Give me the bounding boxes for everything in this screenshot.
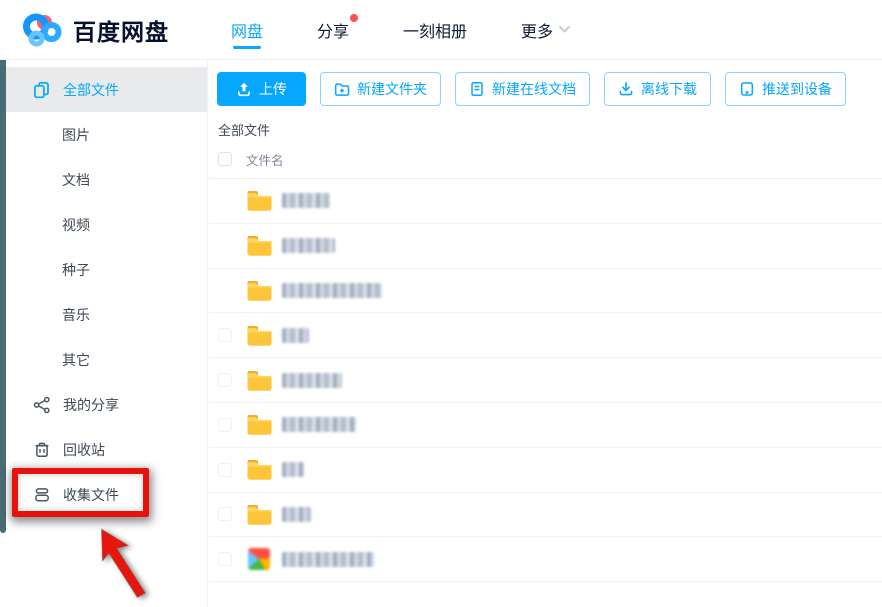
button-label: 新建文件夹 xyxy=(357,79,427,99)
files-icon xyxy=(33,81,51,99)
upload-icon xyxy=(236,81,252,97)
tab-moment-album[interactable]: 一刻相册 xyxy=(403,0,467,60)
sidebar-item-label: 文档 xyxy=(62,170,90,190)
table-row[interactable] xyxy=(209,358,882,403)
blurred-file-name xyxy=(282,552,374,567)
folder-icon xyxy=(246,235,272,257)
table-row[interactable] xyxy=(209,224,882,269)
inbox-icon xyxy=(33,486,51,504)
row-checkbox[interactable] xyxy=(218,328,232,342)
blurred-file-name xyxy=(282,417,356,432)
baidu-netdisk-app: 百度网盘 网盘 分享 一刻相册 更多 全部文件图片文档视频种子音乐其它我 xyxy=(0,0,882,607)
sidebar-item-label: 视频 xyxy=(62,215,90,235)
offline-download-button[interactable]: 离线下载 xyxy=(604,72,711,106)
main-content: 上传 新建文件夹 新建在线文档 离线下载 推送到设备 全部文件 文件名 xyxy=(209,61,882,607)
notification-dot xyxy=(350,14,358,22)
brand[interactable]: 百度网盘 xyxy=(22,11,169,49)
sidebar-item-others[interactable]: 其它 xyxy=(0,337,207,382)
upload-button-label: 上传 xyxy=(259,79,287,99)
button-label: 新建在线文档 xyxy=(492,79,576,99)
row-checkbox[interactable] xyxy=(218,373,232,387)
toolbar-secondary-buttons: 新建文件夹 新建在线文档 离线下载 推送到设备 xyxy=(320,72,846,106)
sidebar-item-label: 收集文件 xyxy=(63,485,119,505)
table-row[interactable] xyxy=(209,269,882,314)
chevron-down-icon xyxy=(559,26,570,33)
new-online-doc-button[interactable]: 新建在线文档 xyxy=(455,72,590,106)
new-folder-button[interactable]: 新建文件夹 xyxy=(320,72,441,106)
sidebar-item-recycle-bin[interactable]: 回收站 xyxy=(0,427,207,472)
table-row[interactable] xyxy=(209,313,882,358)
sidebar-item-all-files[interactable]: 全部文件 xyxy=(0,67,207,112)
sidebar-item-label: 音乐 xyxy=(62,305,90,325)
navbar-tabs: 网盘 分享 一刻相册 更多 xyxy=(231,0,570,60)
top-navbar: 百度网盘 网盘 分享 一刻相册 更多 xyxy=(0,0,882,60)
blurred-file-name xyxy=(282,373,342,388)
blurred-file-name xyxy=(282,462,304,477)
sidebar-item-label: 图片 xyxy=(62,125,90,145)
trash-icon xyxy=(33,441,51,459)
left-edge-strip xyxy=(0,60,6,533)
share-icon xyxy=(33,396,51,414)
baidu-netdisk-logo-icon xyxy=(22,11,64,49)
tab-share[interactable]: 分享 xyxy=(317,0,349,60)
list-header-row: 文件名 xyxy=(209,142,882,176)
folder-icon xyxy=(246,190,272,212)
doc-icon xyxy=(469,81,485,97)
folder-icon xyxy=(246,324,272,346)
sidebar-item-label: 种子 xyxy=(62,260,90,280)
active-tab-underline xyxy=(233,46,261,49)
button-label: 推送到设备 xyxy=(762,79,832,99)
sidebar-item-label: 回收站 xyxy=(63,440,105,460)
blurred-file-name xyxy=(282,238,335,253)
sidebar-nav: 全部文件图片文档视频种子音乐其它我的分享回收站收集文件 xyxy=(0,67,207,517)
table-row[interactable] xyxy=(209,537,882,582)
row-checkbox[interactable] xyxy=(218,463,232,477)
table-row[interactable] xyxy=(209,493,882,538)
sidebar-item-my-shares[interactable]: 我的分享 xyxy=(0,382,207,427)
select-all-checkbox[interactable] xyxy=(218,152,232,166)
breadcrumb: 全部文件 xyxy=(218,120,882,139)
upload-button[interactable]: 上传 xyxy=(217,72,306,106)
column-header-filename: 文件名 xyxy=(246,150,284,169)
button-label: 离线下载 xyxy=(641,79,697,99)
folder-icon xyxy=(246,503,272,525)
brand-title: 百度网盘 xyxy=(73,13,169,47)
folder-icon xyxy=(246,414,272,436)
folder-icon xyxy=(246,459,272,481)
sidebar-item-collect-files[interactable]: 收集文件 xyxy=(0,472,207,517)
toolbar: 上传 新建文件夹 新建在线文档 离线下载 推送到设备 xyxy=(209,61,882,106)
row-checkbox[interactable] xyxy=(218,507,232,521)
sidebar-item-images[interactable]: 图片 xyxy=(0,112,207,157)
table-row[interactable] xyxy=(209,179,882,224)
sidebar-item-label: 全部文件 xyxy=(63,80,119,100)
sidebar-item-documents[interactable]: 文档 xyxy=(0,157,207,202)
sidebar-item-label: 其它 xyxy=(62,350,90,370)
device-icon xyxy=(739,81,755,97)
row-checkbox[interactable] xyxy=(218,418,232,432)
blurred-file-name xyxy=(282,507,311,522)
tab-netdisk[interactable]: 网盘 xyxy=(231,0,263,60)
sidebar-item-videos[interactable]: 视频 xyxy=(0,202,207,247)
folder-plus-icon xyxy=(334,81,350,97)
table-row[interactable] xyxy=(209,448,882,493)
blurred-file-name xyxy=(282,283,382,298)
push-to-device-button[interactable]: 推送到设备 xyxy=(725,72,846,106)
sidebar-item-label: 我的分享 xyxy=(63,395,119,415)
blurred-file-name xyxy=(282,193,330,208)
download-icon xyxy=(618,81,634,97)
sidebar-item-torrents[interactable]: 种子 xyxy=(0,247,207,292)
folder-icon xyxy=(246,369,272,391)
table-row[interactable] xyxy=(209,403,882,448)
sidebar-item-music[interactable]: 音乐 xyxy=(0,292,207,337)
row-checkbox[interactable] xyxy=(218,552,232,566)
tab-more[interactable]: 更多 xyxy=(521,0,570,60)
sidebar: 全部文件图片文档视频种子音乐其它我的分享回收站收集文件 xyxy=(0,61,208,607)
archive-file-icon xyxy=(248,548,270,570)
file-list xyxy=(209,179,882,582)
folder-icon xyxy=(246,279,272,301)
blurred-file-name xyxy=(282,328,309,343)
